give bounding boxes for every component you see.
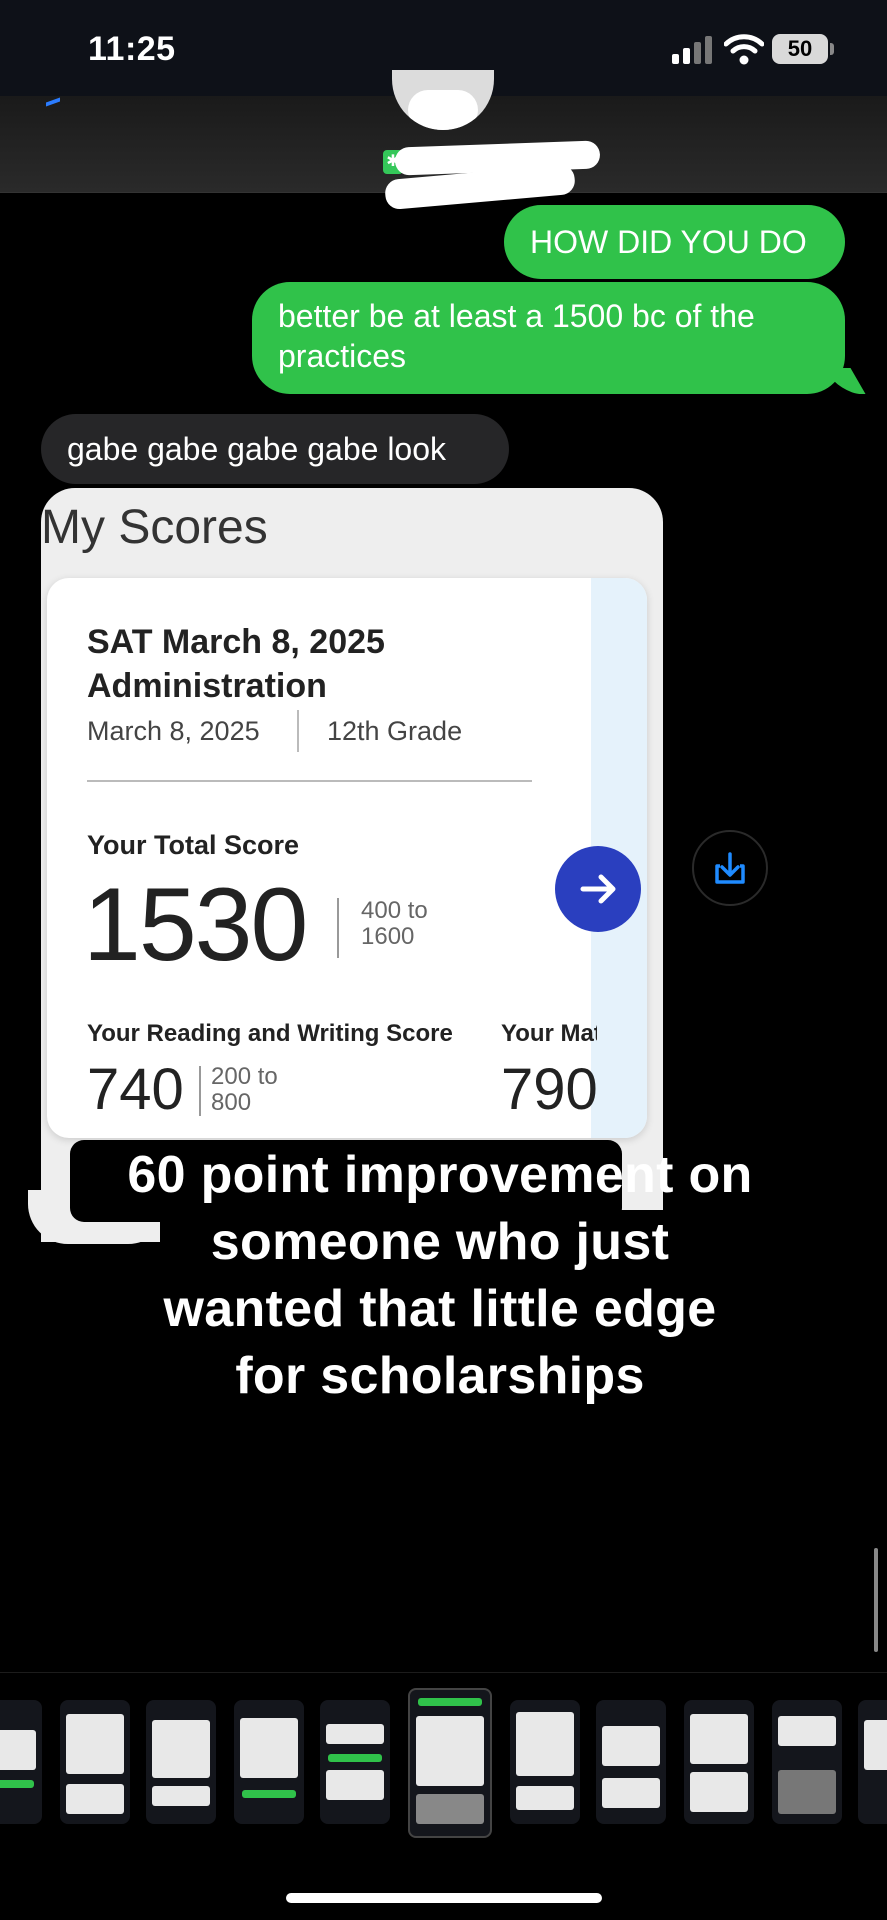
status-time: 11:25 xyxy=(88,30,176,68)
total-score: 1530 xyxy=(83,867,308,983)
thumbnail[interactable] xyxy=(320,1700,390,1824)
reading-writing-label: Your Reading and Writing Score xyxy=(87,1020,453,1047)
test-date: March 8, 2025 xyxy=(87,716,260,746)
thumbnail[interactable] xyxy=(772,1700,842,1824)
math-score: 790 xyxy=(501,1057,597,1122)
range-high: 1600 xyxy=(361,923,415,950)
reading-writing-score: 740 xyxy=(87,1057,184,1122)
divider xyxy=(87,780,532,782)
thumbnail[interactable] xyxy=(60,1700,130,1824)
caption-line: someone who just xyxy=(210,1213,670,1271)
thumbnail[interactable] xyxy=(146,1700,216,1824)
page-title: My Scores xyxy=(41,501,268,554)
sent-message-bubble[interactable]: HOW DID YOU DO xyxy=(504,205,845,279)
arrow-right-icon[interactable] xyxy=(555,846,641,932)
divider xyxy=(337,898,339,958)
range-low: 200 to xyxy=(211,1063,278,1090)
score-screenshot-attachment[interactable]: My Scores SAT March 8, 2025 Administrati… xyxy=(41,488,663,1242)
score-card: SAT March 8, 2025 Administration March 8… xyxy=(47,578,647,1138)
battery-tip xyxy=(830,43,834,55)
cellular-signal-icon xyxy=(672,36,714,64)
math-label: Your Mat xyxy=(501,1020,597,1047)
reading-writing-range: 200 to 800 xyxy=(211,1064,278,1116)
thumbnail-selected[interactable] xyxy=(408,1688,492,1838)
battery-icon: 50 xyxy=(772,34,828,64)
test-grade: 12th Grade xyxy=(327,716,463,746)
thumbnail[interactable] xyxy=(858,1700,887,1824)
thumbnail[interactable] xyxy=(596,1700,666,1824)
scrollbar[interactable] xyxy=(874,1548,878,1652)
total-score-label: Your Total Score xyxy=(87,830,300,860)
divider xyxy=(199,1066,201,1116)
thumbnail[interactable] xyxy=(0,1700,42,1824)
sent-message-bubble[interactable]: better be at least a 1500 bc of the prac… xyxy=(252,282,845,394)
video-caption: 60 point improvement on someone who just… xyxy=(70,1142,810,1410)
range-low: 400 to xyxy=(361,897,428,924)
received-message-bubble[interactable]: gabe gabe gabe gabe look xyxy=(41,414,509,484)
thumbnail[interactable] xyxy=(510,1700,580,1824)
caption-line: 60 point improvement on xyxy=(127,1146,753,1204)
total-score-range: 400 to 1600 xyxy=(361,898,428,950)
download-icon[interactable] xyxy=(692,830,768,906)
range-high: 800 xyxy=(211,1089,252,1116)
thumbnail[interactable] xyxy=(234,1700,304,1824)
caption-line: for scholarships xyxy=(235,1347,645,1405)
thumbnail[interactable] xyxy=(684,1700,754,1824)
test-title: SAT March 8, 2025 Administration xyxy=(87,623,385,705)
home-indicator[interactable] xyxy=(286,1893,602,1903)
divider xyxy=(297,710,299,752)
wifi-icon xyxy=(724,34,764,65)
caption-line: wanted that little edge xyxy=(163,1280,717,1338)
